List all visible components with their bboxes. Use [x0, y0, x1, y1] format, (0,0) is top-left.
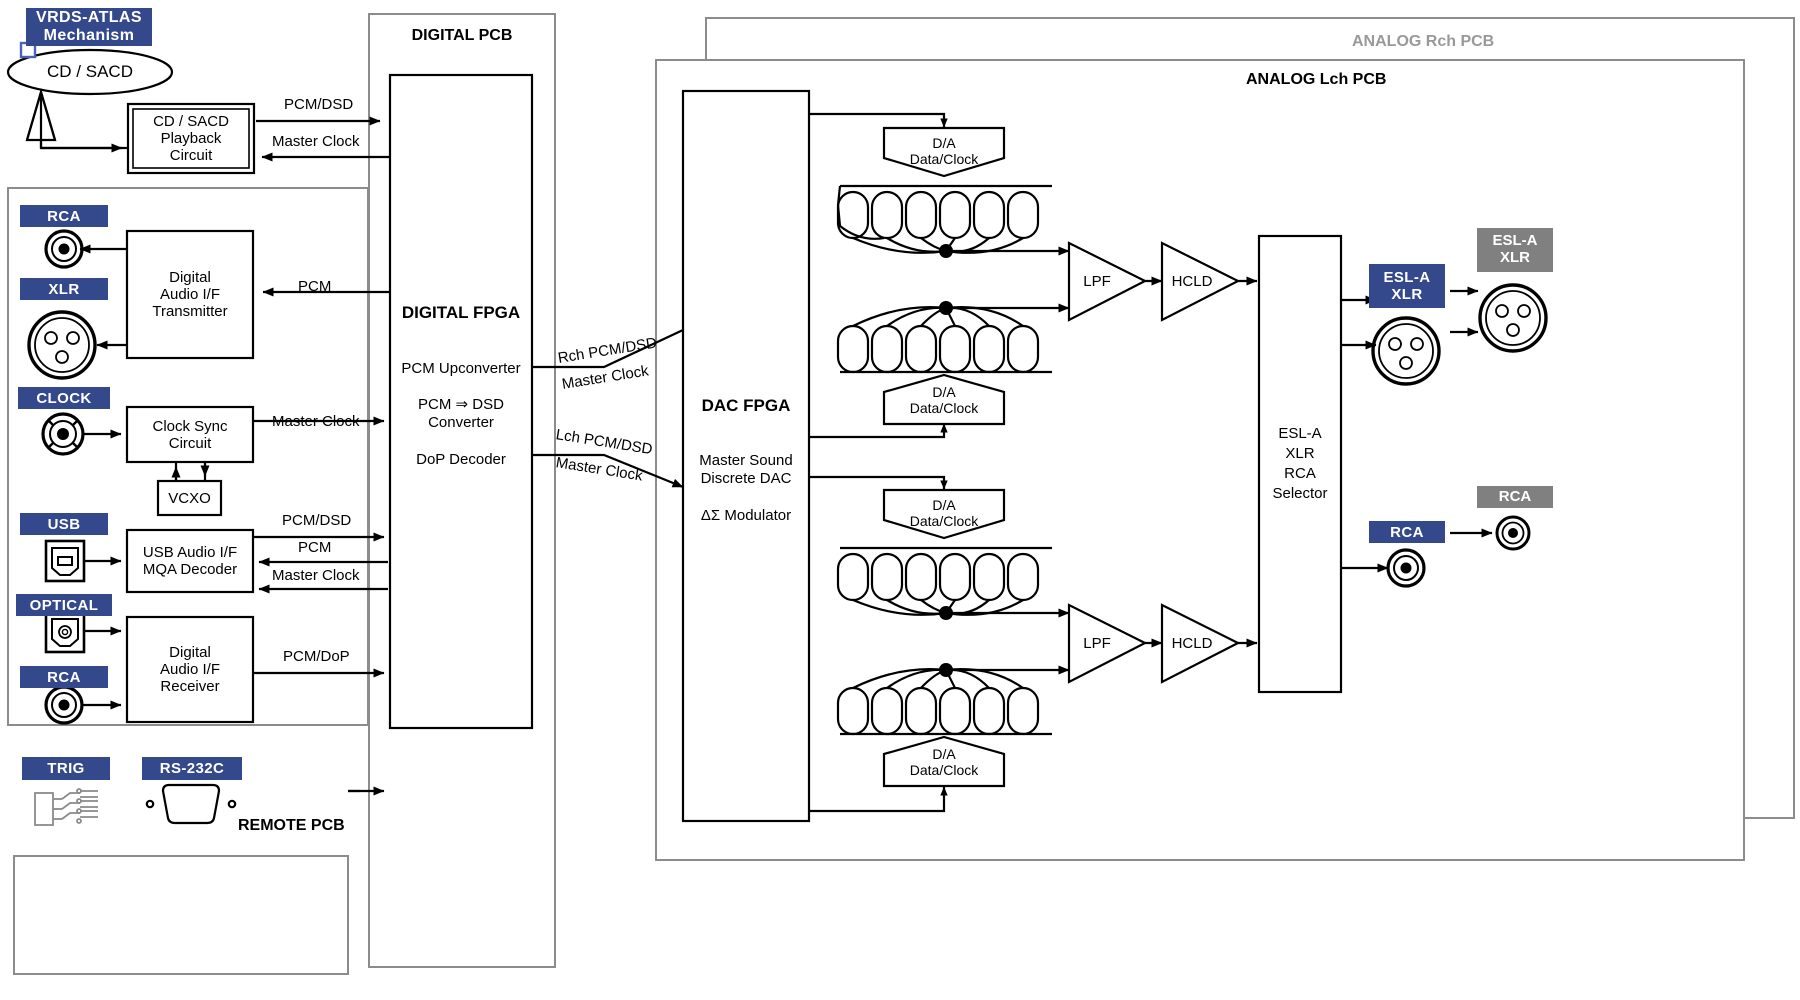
signal-master-clock-playback: Master Clock — [272, 133, 360, 150]
dac-fpga-function-0: Master Sound Discrete DAC — [699, 452, 793, 487]
input-jack-chip-rca-1: RCA — [20, 205, 108, 227]
remote-chip-label-rs232c: RS-232C — [159, 760, 225, 777]
da-data-clock-label-2: D/A Data/Clock — [909, 497, 979, 529]
input-jack-label-usb: USB — [47, 515, 81, 533]
hcld-label-lch-top: HCLD — [1171, 272, 1213, 290]
vrds-atlas-label: VRDS-ATLAS Mechanism — [36, 9, 142, 44]
output-label-esl-a-xlr-lch: ESL-A XLR — [1383, 268, 1431, 303]
signal-pcm-dsd-playback: PCM/DSD — [284, 96, 354, 113]
remote-pcb-title: REMOTE PCB — [238, 817, 345, 834]
input-jack-label-xlr: XLR — [48, 280, 80, 298]
lpf-label-lch-top: LPF — [1083, 272, 1111, 290]
output-selector-label: ESL-A XLR RCA Selector — [1272, 424, 1328, 503]
output-label-rca-lch: RCA — [1390, 523, 1424, 541]
input-jack-label-rca-2: RCA — [47, 668, 81, 686]
cd-sacd-playback-circuit-label: CD / SACD Playback Circuit — [153, 113, 229, 164]
da-data-clock-label-0: D/A Data/Clock — [909, 135, 979, 167]
dac-fpga-function-1: ΔΣ Modulator — [700, 507, 792, 524]
remote-chip-rs232c: RS-232C — [142, 757, 242, 780]
input-jack-label-rca-1: RCA — [47, 207, 81, 225]
input-jack-label-optical: OPTICAL — [29, 596, 99, 614]
remote-chip-trig: TRIG — [22, 757, 110, 780]
digital-fpga-title: DIGITAL FPGA — [401, 303, 521, 322]
da-data-clock-label-1: D/A Data/Clock — [909, 384, 979, 416]
digital-pcb-title: DIGITAL PCB — [411, 27, 513, 44]
analog-lch-pcb-title: ANALOG Lch PCB — [1246, 71, 1387, 88]
vrds-atlas-chip: VRDS-ATLAS Mechanism — [26, 8, 152, 46]
block-diagram-canvas: VRDS-ATLAS Mechanism CD / SACD CD / SACD… — [0, 0, 1800, 1000]
signal-master-clock-sync: Master Clock — [272, 413, 360, 430]
input-jack-label-clock: CLOCK — [36, 389, 92, 407]
remote-chip-label-trig: TRIG — [47, 760, 85, 777]
digital-fpga-function-0: PCM Upconverter — [401, 360, 521, 377]
analog-rch-pcb-title: ANALOG Rch PCB — [1352, 33, 1495, 50]
input-jack-chip-usb: USB — [20, 513, 108, 535]
disc-label: CD / SACD — [47, 62, 133, 81]
digital-fpga-function-2: DoP Decoder — [416, 451, 506, 468]
dac-fpga-title: DAC FPGA — [701, 396, 791, 415]
vcxo-label: VCXO — [168, 489, 211, 507]
output-label-rca-rch: RCA — [1498, 487, 1532, 505]
digital-audio-if-receiver-label: Digital Audio I/F Receiver — [159, 644, 221, 695]
digital-audio-if-transmitter-label: Digital Audio I/F Transmitter — [152, 269, 228, 320]
lpf-label-lch-bottom: LPF — [1083, 634, 1111, 652]
da-data-clock-label-3: D/A Data/Clock — [909, 746, 979, 778]
output-chip-esl-a-xlr-lch: ESL-A XLR — [1369, 264, 1445, 308]
output-label-esl-a-xlr-rch: ESL-A XLR — [1492, 232, 1538, 266]
input-jack-chip-optical: OPTICAL — [16, 594, 112, 616]
input-jack-chip-clock: CLOCK — [18, 387, 110, 409]
clock-sync-circuit-label: Clock Sync Circuit — [152, 417, 228, 452]
output-chip-esl-a-xlr-rch: ESL-A XLR — [1477, 228, 1553, 272]
signal-pcm-usb: PCM — [298, 539, 332, 556]
signal-pcm-dsd-usb: PCM/DSD — [282, 512, 352, 529]
signal-master-clock-usb: Master Clock — [272, 567, 360, 584]
usb-audio-if-mqa-decoder-label: USB Audio I/F MQA Decoder — [142, 544, 238, 578]
output-chip-rca-rch: RCA — [1477, 486, 1553, 508]
signal-pcm-transmitter: PCM — [298, 278, 332, 295]
digital-fpga-function-1: PCM ⇒ DSD Converter — [418, 396, 504, 431]
signal-pcm-dop-receiver: PCM/DoP — [283, 648, 350, 665]
hcld-label-lch-bottom: HCLD — [1171, 634, 1213, 652]
output-chip-rca-lch: RCA — [1369, 521, 1445, 543]
input-jack-chip-rca-2: RCA — [20, 666, 108, 688]
input-jack-chip-xlr: XLR — [20, 278, 108, 300]
